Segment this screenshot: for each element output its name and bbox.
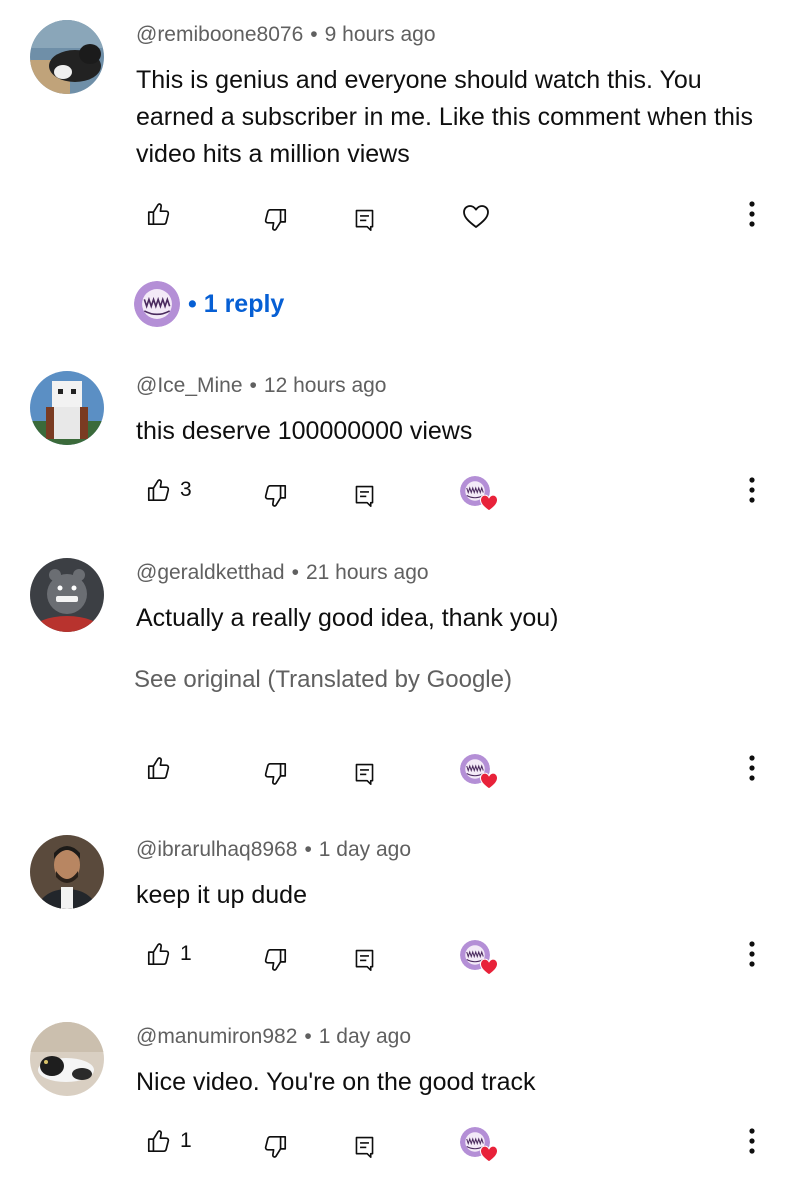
- creator-avatar: [134, 281, 180, 327]
- comment-meta: @ibrarulhaq8968 • 1 day ago: [136, 838, 411, 862]
- comment-meta: @remiboone8076 • 9 hours ago: [136, 23, 436, 47]
- author-name[interactable]: @geraldketthad: [136, 561, 285, 584]
- comment-meta: @Ice_Mine • 12 hours ago: [136, 374, 387, 398]
- more-options-button[interactable]: [746, 1121, 758, 1161]
- comment-actions: 1: [0, 1121, 798, 1161]
- heart-icon: [462, 203, 490, 231]
- replies-count: 1 reply: [203, 289, 285, 318]
- reply-icon: [352, 1134, 377, 1159]
- timestamp[interactable]: 9 hours ago: [325, 23, 436, 46]
- thumbs-down-icon: [262, 947, 288, 973]
- timestamp[interactable]: 1 day ago: [319, 838, 411, 861]
- separator: •: [304, 838, 312, 861]
- like-button[interactable]: 1: [146, 1121, 192, 1161]
- reply-icon: [352, 483, 377, 508]
- comment-text: Actually a really good idea, thank you): [136, 604, 559, 632]
- creator-heart-button[interactable]: [460, 475, 498, 515]
- creator-heart-icon: [460, 1127, 498, 1165]
- timestamp[interactable]: 1 day ago: [319, 1025, 411, 1048]
- dislike-button[interactable]: [262, 754, 288, 794]
- author-name[interactable]: @manumiron982: [136, 1025, 297, 1048]
- comment-actions: [0, 748, 798, 788]
- like-count: 1: [180, 942, 192, 965]
- creator-heart-button[interactable]: [460, 1126, 498, 1166]
- dislike-button[interactable]: [262, 940, 288, 980]
- like-count: 1: [180, 1129, 192, 1152]
- thumbs-down-icon: [262, 483, 288, 509]
- dislike-button[interactable]: [262, 1127, 288, 1167]
- more-options-button[interactable]: [746, 748, 758, 788]
- like-button[interactable]: 3: [146, 470, 192, 510]
- avatar[interactable]: [30, 371, 104, 445]
- author-name[interactable]: @Ice_Mine: [136, 374, 243, 397]
- avatar[interactable]: [30, 558, 104, 632]
- dislike-button[interactable]: [262, 476, 288, 516]
- view-replies[interactable]: • 1 reply: [134, 281, 284, 327]
- comment-text: this deserve 100000000 views: [136, 417, 473, 445]
- thumbs-up-icon: [146, 755, 172, 781]
- more-vertical-icon: [746, 200, 758, 228]
- comment-text: Nice video. You're on the good track: [136, 1068, 536, 1096]
- comment-actions: 3: [0, 470, 798, 510]
- timestamp[interactable]: 12 hours ago: [264, 374, 387, 397]
- like-button[interactable]: 1: [146, 934, 192, 974]
- dislike-button[interactable]: [262, 200, 288, 240]
- reply-icon: [352, 761, 377, 786]
- avatar[interactable]: [30, 835, 104, 909]
- separator: •: [291, 561, 299, 584]
- reply-button[interactable]: [352, 939, 377, 979]
- avatar[interactable]: [30, 20, 104, 94]
- creator-heart-button[interactable]: [460, 753, 498, 793]
- thumbs-down-icon: [262, 207, 288, 233]
- creator-heart-button[interactable]: [460, 939, 498, 979]
- like-count: 3: [180, 478, 192, 501]
- author-name[interactable]: @remiboone8076: [136, 23, 303, 46]
- reply-button[interactable]: [352, 475, 377, 515]
- thumbs-down-icon: [262, 761, 288, 787]
- like-button[interactable]: [146, 748, 172, 788]
- more-vertical-icon: [746, 940, 758, 968]
- reply-button[interactable]: [352, 1126, 377, 1166]
- comment-text: This is genius and everyone should watch…: [136, 66, 753, 168]
- thumbs-up-icon: [146, 201, 172, 227]
- separator: •: [310, 23, 318, 46]
- heart-button[interactable]: [462, 197, 490, 237]
- comment-meta: @manumiron982 • 1 day ago: [136, 1025, 411, 1049]
- comment-actions: [0, 194, 798, 234]
- more-options-button[interactable]: [746, 470, 758, 510]
- reply-button[interactable]: [352, 753, 377, 793]
- comment-meta: @geraldketthad • 21 hours ago: [136, 561, 429, 585]
- more-vertical-icon: [746, 1127, 758, 1155]
- more-vertical-icon: [746, 754, 758, 782]
- author-name[interactable]: @ibrarulhaq8968: [136, 838, 297, 861]
- creator-heart-icon: [460, 940, 498, 978]
- creator-heart-icon: [460, 476, 498, 514]
- thumbs-up-icon: [146, 477, 172, 503]
- reply-button[interactable]: [352, 199, 377, 239]
- replies-dot: •: [188, 289, 197, 318]
- avatar[interactable]: [30, 1022, 104, 1096]
- reply-icon: [352, 947, 377, 972]
- timestamp[interactable]: 21 hours ago: [306, 561, 429, 584]
- creator-heart-icon: [460, 754, 498, 792]
- replies-link[interactable]: • 1 reply: [188, 290, 284, 319]
- reply-icon: [352, 207, 377, 232]
- comment-text: keep it up dude: [136, 881, 307, 909]
- comment-actions: 1: [0, 934, 798, 974]
- separator: •: [249, 374, 257, 397]
- more-options-button[interactable]: [746, 194, 758, 234]
- see-original-link[interactable]: See original (Translated by Google): [134, 666, 512, 694]
- thumbs-up-icon: [146, 941, 172, 967]
- thumbs-down-icon: [262, 1134, 288, 1160]
- more-vertical-icon: [746, 476, 758, 504]
- like-button[interactable]: [146, 194, 172, 234]
- more-options-button[interactable]: [746, 934, 758, 974]
- thumbs-up-icon: [146, 1128, 172, 1154]
- separator: •: [304, 1025, 312, 1048]
